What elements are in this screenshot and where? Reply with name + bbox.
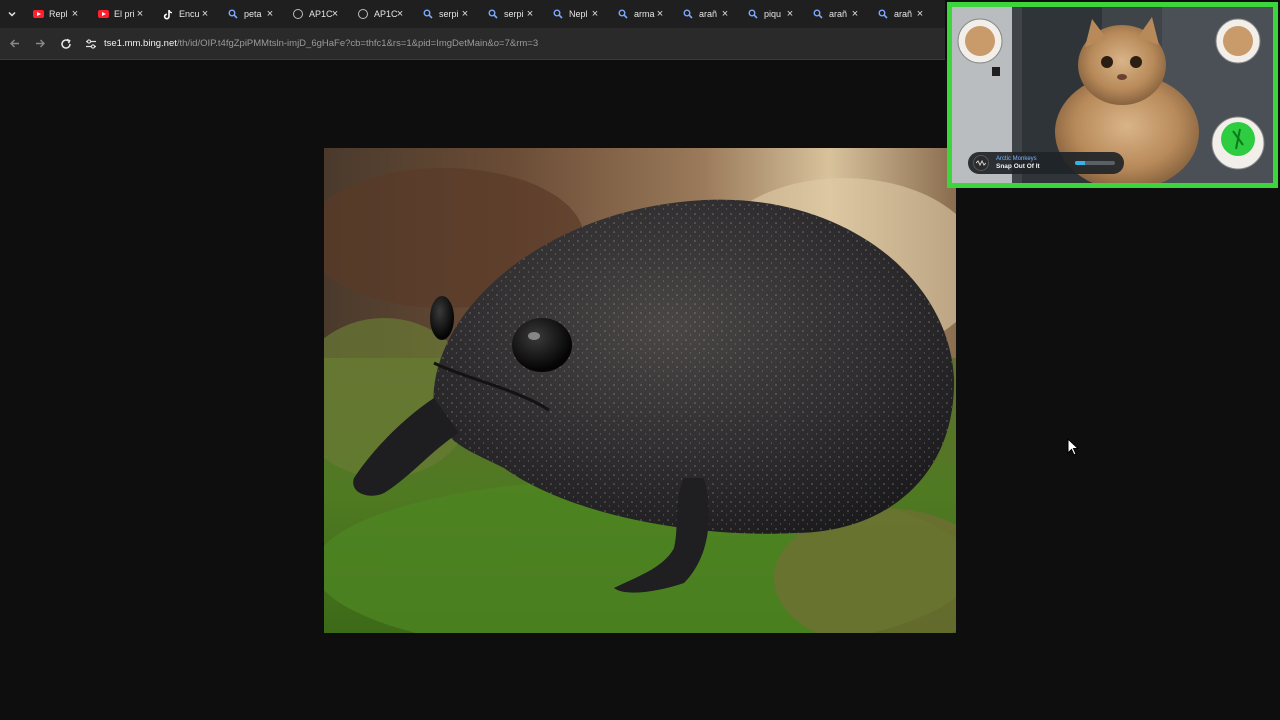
- youtube-icon: [97, 8, 109, 20]
- tab-close-button[interactable]: ×: [199, 7, 211, 21]
- reload-button[interactable]: [54, 32, 78, 56]
- mouse-cursor-icon: [1067, 438, 1079, 456]
- now-playing-progress-bar: [1075, 161, 1115, 165]
- tab-close-button[interactable]: ×: [264, 7, 276, 21]
- tab-close-button[interactable]: ×: [134, 7, 146, 21]
- forward-button[interactable]: [28, 32, 52, 56]
- browser-tab[interactable]: arañ ×: [804, 0, 869, 28]
- tab-close-button[interactable]: ×: [329, 7, 341, 21]
- screen: Repl × El pri × Encu × peta × AP1C × AP1C × serpi × se…: [0, 0, 1280, 720]
- url-text: tse1.mm.bing.net/th/id/OIP.t4fgZpiPMMtsl…: [104, 38, 538, 49]
- browser-tab[interactable]: Encu ×: [154, 0, 219, 28]
- tab-close-button[interactable]: ×: [589, 7, 601, 21]
- url-path: /th/id/OIP.t4fgZpiPMMtsln-imjD_6gHaFe?cb…: [176, 38, 539, 49]
- globe-icon: [292, 8, 304, 20]
- tab-close-button[interactable]: ×: [459, 7, 471, 21]
- now-playing-progress-fill: [1075, 161, 1085, 165]
- tune-icon: [86, 38, 96, 49]
- search-icon: [877, 8, 889, 20]
- tab-close-button[interactable]: ×: [524, 7, 536, 21]
- tiktok-icon: [162, 8, 174, 20]
- browser-tab[interactable]: peta ×: [219, 0, 284, 28]
- tab-search-button[interactable]: [0, 0, 24, 28]
- browser-tab[interactable]: serpi ×: [414, 0, 479, 28]
- music-icon: [976, 160, 986, 166]
- search-icon: [487, 8, 499, 20]
- tab-close-button[interactable]: ×: [719, 7, 731, 21]
- tab-list: Repl × El pri × Encu × peta × AP1C × AP1C × serpi × se…: [24, 0, 934, 28]
- browser-tab[interactable]: arañ ×: [674, 0, 739, 28]
- search-icon: [812, 8, 824, 20]
- tab-close-button[interactable]: ×: [849, 7, 861, 21]
- browser-tab[interactable]: arma ×: [609, 0, 674, 28]
- browser-tab[interactable]: Repl ×: [24, 0, 89, 28]
- search-icon: [682, 8, 694, 20]
- browser-tab[interactable]: AP1C ×: [349, 0, 414, 28]
- arrow-left-icon: [9, 39, 19, 48]
- search-icon: [227, 8, 239, 20]
- reload-icon: [61, 38, 71, 49]
- browser-tab[interactable]: arañ ×: [869, 0, 934, 28]
- search-icon: [422, 8, 434, 20]
- globe-icon: [357, 8, 369, 20]
- browser-tab[interactable]: El pri ×: [89, 0, 154, 28]
- address-bar[interactable]: tse1.mm.bing.net/th/id/OIP.t4fgZpiPMMtsl…: [84, 32, 538, 56]
- search-icon: [552, 8, 564, 20]
- url-host: tse1.mm.bing.net: [104, 38, 177, 49]
- arrow-right-icon: [35, 39, 45, 48]
- now-playing-text: Arctic Monkeys Snap Out Of It: [996, 155, 1040, 171]
- album-art-icon: [973, 155, 989, 171]
- search-icon: [747, 8, 759, 20]
- tab-strip: Repl × El pri × Encu × peta × AP1C × AP1C × serpi × se…: [0, 0, 945, 28]
- chevron-down-icon: [8, 11, 16, 17]
- browser-tab[interactable]: piqu ×: [739, 0, 804, 28]
- tab-close-button[interactable]: ×: [784, 7, 796, 21]
- back-button[interactable]: [2, 32, 26, 56]
- browser-tab[interactable]: serpi ×: [479, 0, 544, 28]
- tab-close-button[interactable]: ×: [394, 7, 406, 21]
- tab-close-button[interactable]: ×: [69, 7, 81, 21]
- browser-tab[interactable]: Nepl ×: [544, 0, 609, 28]
- tab-close-button[interactable]: ×: [914, 7, 926, 21]
- youtube-icon: [32, 8, 44, 20]
- site-info-icon[interactable]: [84, 37, 98, 51]
- navigation-bar: tse1.mm.bing.net/th/id/OIP.t4fgZpiPMMtsl…: [0, 28, 945, 60]
- tab-close-button[interactable]: ×: [654, 7, 666, 21]
- viewed-image[interactable]: [324, 148, 956, 633]
- frog-photo: [324, 148, 956, 633]
- search-icon: [617, 8, 629, 20]
- now-playing-song: Snap Out Of It: [996, 163, 1040, 170]
- now-playing-widget: Arctic Monkeys Snap Out Of It: [968, 152, 1124, 174]
- browser-tab[interactable]: AP1C ×: [284, 0, 349, 28]
- now-playing-artist: Arctic Monkeys: [996, 156, 1037, 162]
